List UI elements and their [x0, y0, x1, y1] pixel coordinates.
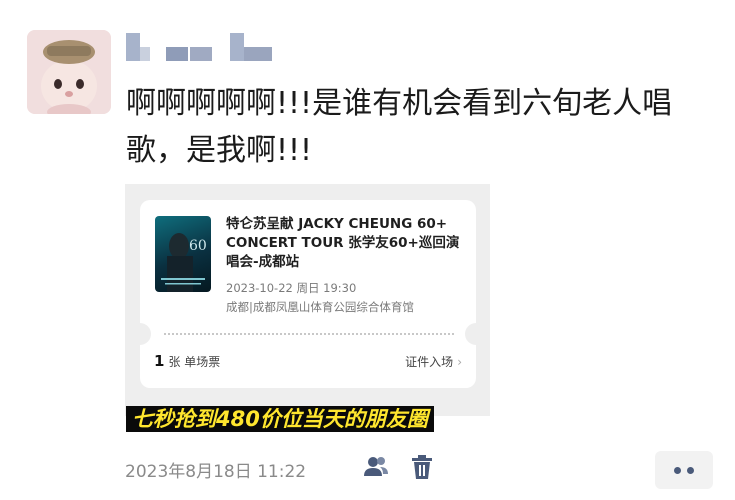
- trash-icon: [412, 455, 432, 479]
- ticket-count: 1张 单场票: [154, 352, 220, 370]
- delete-button[interactable]: [408, 452, 436, 482]
- entry-method-label: 证件入场: [405, 355, 454, 369]
- post-timestamp: 2023年8月18日 11:22: [125, 462, 307, 482]
- plush-bunny-avatar-image: [27, 30, 111, 114]
- more-button[interactable]: [655, 451, 713, 489]
- ticket-notch-right: [465, 323, 487, 345]
- image-caption: 七秒抢到480价位当天的朋友圈: [126, 406, 434, 432]
- entry-method[interactable]: 证件入场 ›: [405, 353, 462, 370]
- people-icon: [364, 457, 388, 476]
- ticket-datetime: 2023-10-22 周日 19:30: [226, 281, 357, 295]
- ticket-venue: 成都|成都凤凰山体育公园综合体育馆: [226, 300, 414, 314]
- ticket-card[interactable]: 60 特仑苏呈献 JACKY CHEUNG 60+ CONCERT TOUR 张…: [129, 200, 487, 388]
- chevron-right-icon: ›: [457, 355, 462, 369]
- ticket-notch-left: [129, 323, 151, 345]
- more-dots-icon-2: [687, 467, 694, 474]
- post-text: 啊啊啊啊啊!!!是谁有机会看到六旬老人唱歌，是我啊!!!: [126, 86, 673, 168]
- pixelated-name: [126, 33, 272, 61]
- more-dots-icon: [674, 467, 681, 474]
- svg-text:60: 60: [189, 238, 207, 254]
- avatar[interactable]: [27, 30, 111, 114]
- ticket-count-number: 1: [154, 352, 165, 370]
- concert-poster: 60: [155, 216, 211, 292]
- username-redacted: [126, 33, 276, 61]
- poster-art: 60: [161, 233, 207, 292]
- privacy-button[interactable]: [362, 452, 390, 482]
- ticket-divider: [164, 333, 454, 335]
- ticket-count-label: 张 单场票: [168, 355, 221, 369]
- ticket-title: 特仑苏呈献 JACKY CHEUNG 60+ CONCERT TOUR 张学友6…: [226, 216, 460, 270]
